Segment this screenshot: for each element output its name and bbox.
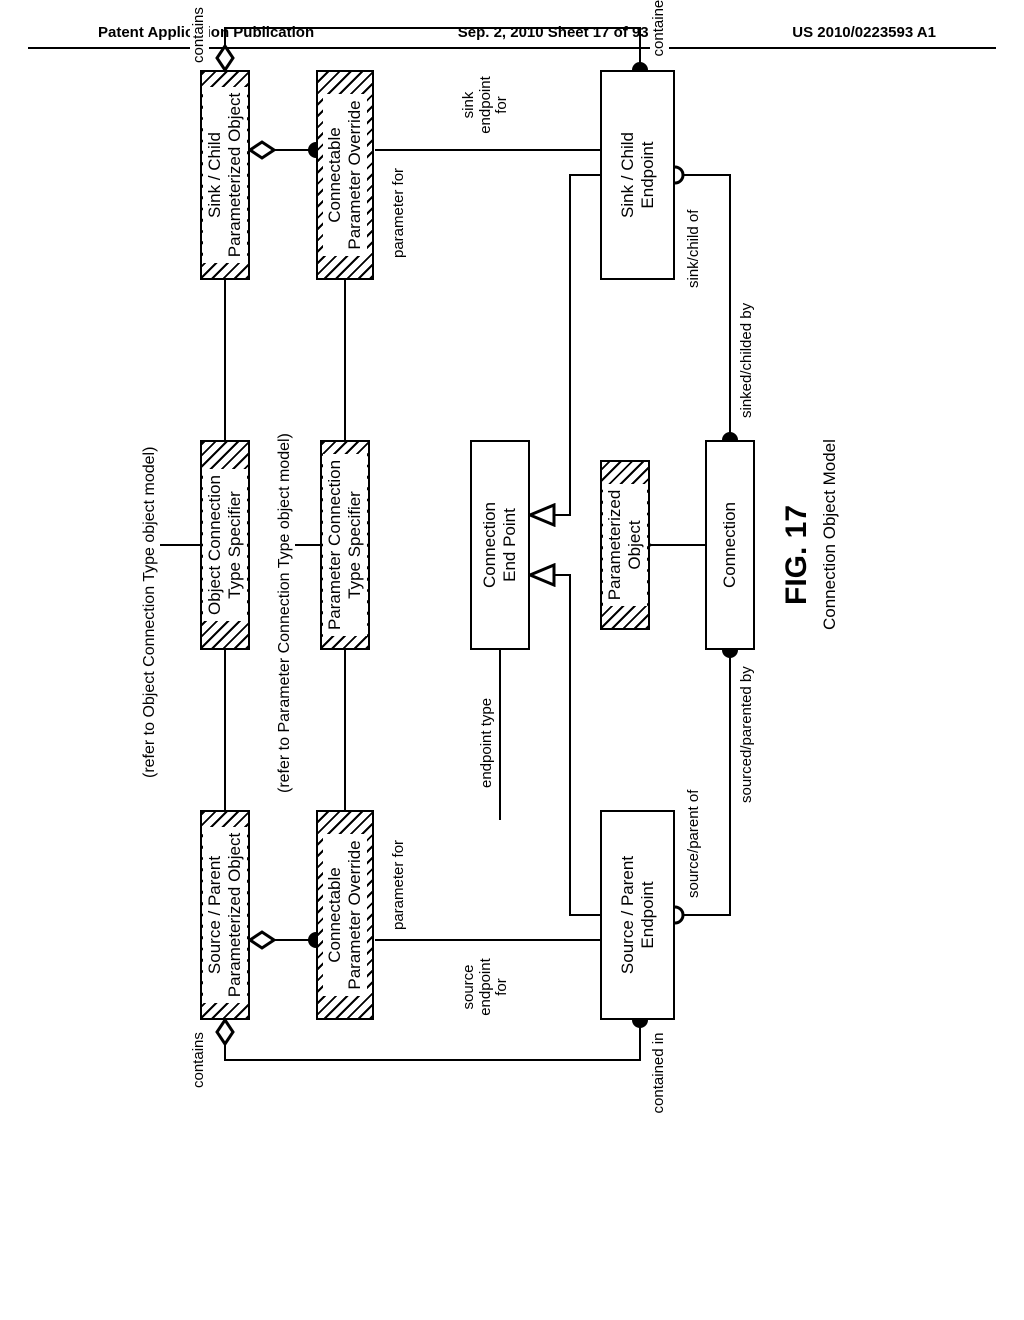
lbl-contains-left: contains xyxy=(190,1030,209,1090)
box-parameter-connection-type-specifier: Parameter ConnectionType Specifier xyxy=(320,440,370,650)
lbl-contained-in-right: contained in xyxy=(650,0,669,65)
box-connection-end-point: ConnectionEnd Point xyxy=(470,440,530,650)
box-object-connection-type-specifier: Object ConnectionType Specifier xyxy=(200,440,250,650)
box-connectable-parameter-override-left: ConnectableParameter Override xyxy=(316,810,374,1020)
lbl-contained-in-left: contained in xyxy=(650,1024,669,1122)
lbl-source-endpoint-for: sourceendpointfor xyxy=(460,952,512,1022)
box-connectable-parameter-override-right: ConnectableParameter Override xyxy=(316,70,374,280)
lbl-source-parent-of: source/parent of xyxy=(685,788,704,900)
figure-label: FIG. 17 xyxy=(780,505,814,605)
lbl-param-for-left: parameter for xyxy=(390,838,409,932)
lbl-sinked-childed-by: sinked/childed by xyxy=(738,301,757,420)
box-source-parent-parameterized-object: Source / ParentParameterized Object xyxy=(200,810,250,1020)
box-connection: Connection xyxy=(705,440,755,650)
label: ConnectionEnd Point xyxy=(480,502,519,588)
diagram-area: Source / ParentParameterized Object Obje… xyxy=(130,140,910,1240)
label: Object ConnectionType Specifier xyxy=(203,469,246,621)
label: Connection xyxy=(720,502,740,588)
lbl-param-for-right: parameter for xyxy=(390,166,409,260)
box-source-parent-endpoint: Source / ParentEndpoint xyxy=(600,810,675,1020)
label: ConnectableParameter Override xyxy=(323,94,366,255)
lbl-refer-param-conn: (refer to Parameter Connection Type obje… xyxy=(275,431,295,795)
label: ParameterizedObject xyxy=(603,484,646,607)
lbl-sourced-parented-by: sourced/parented by xyxy=(738,664,757,805)
label: Parameter ConnectionType Specifier xyxy=(323,454,366,636)
label: Sink / ChildParameterized Object xyxy=(203,87,246,263)
lbl-contains-right: contains xyxy=(190,5,209,65)
box-sink-child-parameterized-object: Sink / ChildParameterized Object xyxy=(200,70,250,280)
box-parameterized-object: ParameterizedObject xyxy=(600,460,650,630)
figure-subtitle: Connection Object Model xyxy=(820,439,840,630)
label: ConnectableParameter Override xyxy=(323,834,366,995)
lbl-sink-child-of: sink/child of xyxy=(685,208,704,290)
lbl-sink-endpoint-for: sinkendpointfor xyxy=(460,70,512,140)
lbl-endpoint-type: endpoint type xyxy=(478,696,497,790)
label: Source / ParentEndpoint xyxy=(618,856,657,974)
canvas: Source / ParentParameterized Object Obje… xyxy=(130,0,910,1080)
lbl-refer-obj-conn: (refer to Object Connection Type object … xyxy=(140,445,160,780)
box-sink-child-endpoint: Sink / ChildEndpoint xyxy=(600,70,675,280)
label: Source / ParentParameterized Object xyxy=(203,827,246,1003)
label: Sink / ChildEndpoint xyxy=(618,132,657,218)
